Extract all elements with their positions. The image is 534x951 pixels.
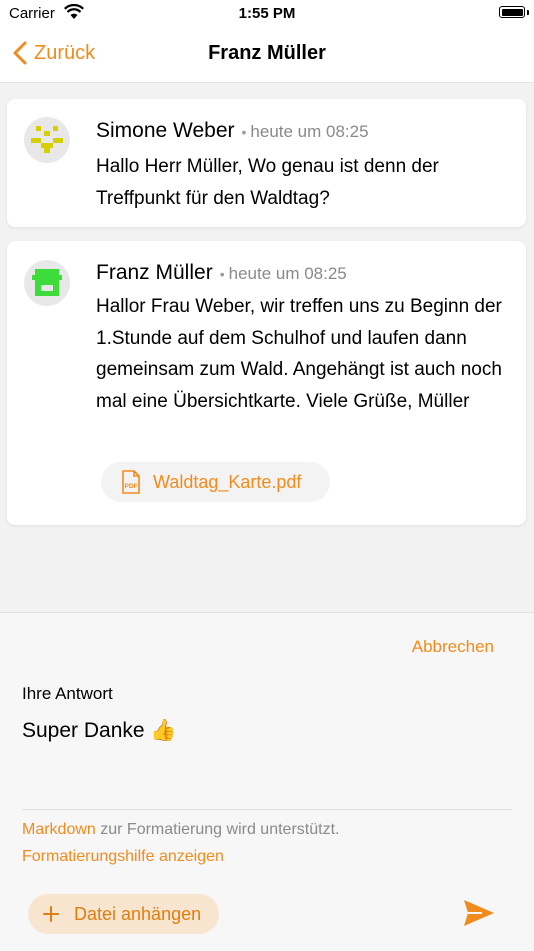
avatar: [24, 260, 70, 306]
markdown-hint: Markdown zur Formatierung wird unterstüt…: [22, 821, 339, 839]
status-bar: Carrier 1:55 PM: [0, 0, 534, 28]
clock: 1:55 PM: [238, 5, 296, 22]
message-header: Franz Müller • heute um 08:25: [96, 261, 347, 285]
cancel-button[interactable]: Abbrechen: [412, 637, 494, 657]
identicon-avatar-icon: [32, 269, 62, 296]
message-card: Simone Weber • heute um 08:25 Hallo Herr M…: [7, 99, 526, 227]
formatting-help-link[interactable]: Formatierungshilfe anzeigen: [22, 848, 224, 866]
separator-dot: •: [241, 124, 247, 140]
attach-file-button[interactable]: Datei anhängen: [28, 894, 219, 934]
message-author: Franz Müller: [96, 261, 213, 284]
navigation-bar: Zurück Franz Müller: [0, 28, 534, 83]
page-title: Franz Müller: [208, 42, 326, 64]
message-body: Hallo Herr Müller, Wo genau ist denn der…: [96, 156, 439, 209]
reply-label: Ihre Antwort: [22, 684, 113, 703]
svg-text:PDF: PDF: [125, 483, 138, 490]
attach-file-label: Datei anhängen: [74, 903, 202, 924]
attachment-chip[interactable]: PDF Waldtag_Karte.pdf: [101, 462, 330, 502]
markdown-link[interactable]: Markdown: [22, 821, 96, 838]
message-thread: Simone Weber • heute um 08:25 Hallo Herr M…: [0, 83, 534, 536]
message-author: Simone Weber: [96, 119, 235, 142]
identicon-avatar-icon: [31, 126, 63, 153]
attachment-filename: Waldtag_Karte.pdf: [153, 471, 302, 492]
separator-dot: •: [219, 266, 225, 282]
reply-panel: Abbrechen Ihre Antwort Markdown zur Form…: [0, 612, 534, 951]
reply-input[interactable]: [22, 719, 512, 810]
avatar: [24, 117, 70, 163]
pdf-file-icon: PDF: [122, 470, 140, 494]
message-card: Franz Müller • heute um 08:25 Hallor Frau …: [7, 241, 526, 525]
battery-icon: [499, 6, 525, 18]
markdown-hint-text: zur Formatierung wird unterstützt.: [95, 821, 340, 838]
message-timestamp: heute um 08:25: [228, 264, 347, 283]
message-timestamp: heute um 08:25: [250, 122, 369, 141]
message-body: Hallor Frau Weber, wir treffen uns zu Be…: [96, 296, 502, 412]
message-header: Simone Weber • heute um 08:25: [96, 119, 369, 143]
plus-icon: [43, 906, 59, 922]
battery-tip: [527, 10, 529, 15]
send-icon[interactable]: [462, 898, 496, 928]
